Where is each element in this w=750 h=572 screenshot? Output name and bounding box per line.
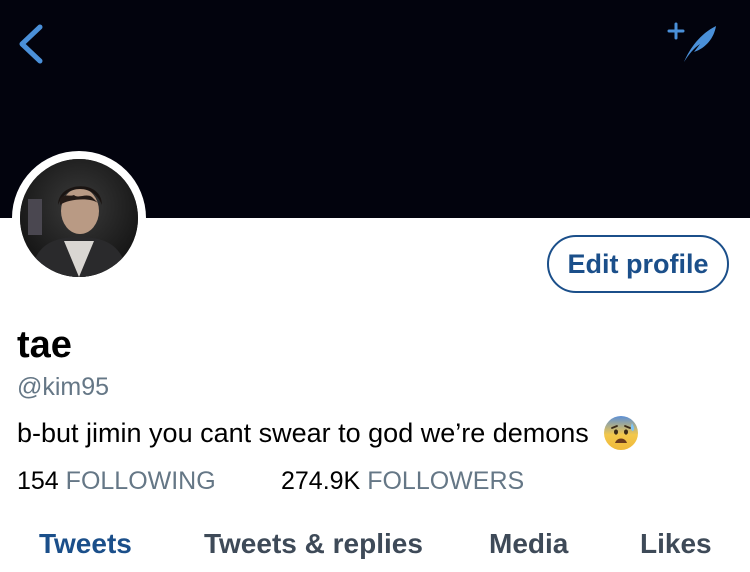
chevron-left-icon xyxy=(19,24,43,64)
anxious-face-with-sweat-emoji xyxy=(603,415,639,451)
tab-tweets-and-replies[interactable]: Tweets & replies xyxy=(204,526,423,562)
back-button[interactable] xyxy=(12,22,52,66)
followers-stat[interactable]: 274.9K FOLLOWERS xyxy=(281,464,524,498)
profile-handle: @kim95 xyxy=(17,373,110,401)
bio-text: b-but jimin you cant swear to god we’re … xyxy=(17,418,589,448)
compose-tweet-icon xyxy=(667,22,716,62)
following-stat[interactable]: 154 FOLLOWING xyxy=(17,464,216,498)
compose-tweet-button[interactable] xyxy=(666,18,718,66)
followers-label: FOLLOWERS xyxy=(367,467,525,495)
profile-bio: b-but jimin you cant swear to god we’re … xyxy=(17,415,639,451)
following-count: 154 xyxy=(17,467,59,495)
profile-name: tae xyxy=(17,324,72,366)
following-label: FOLLOWING xyxy=(65,467,216,495)
avatar[interactable] xyxy=(12,151,146,285)
tab-tweets[interactable]: Tweets xyxy=(39,526,132,562)
tab-likes[interactable]: Likes xyxy=(640,526,712,562)
avatar-photo xyxy=(20,159,138,277)
tab-media[interactable]: Media xyxy=(489,526,568,562)
edit-profile-button[interactable]: Edit profile xyxy=(547,235,729,293)
followers-count: 274.9K xyxy=(281,467,361,495)
